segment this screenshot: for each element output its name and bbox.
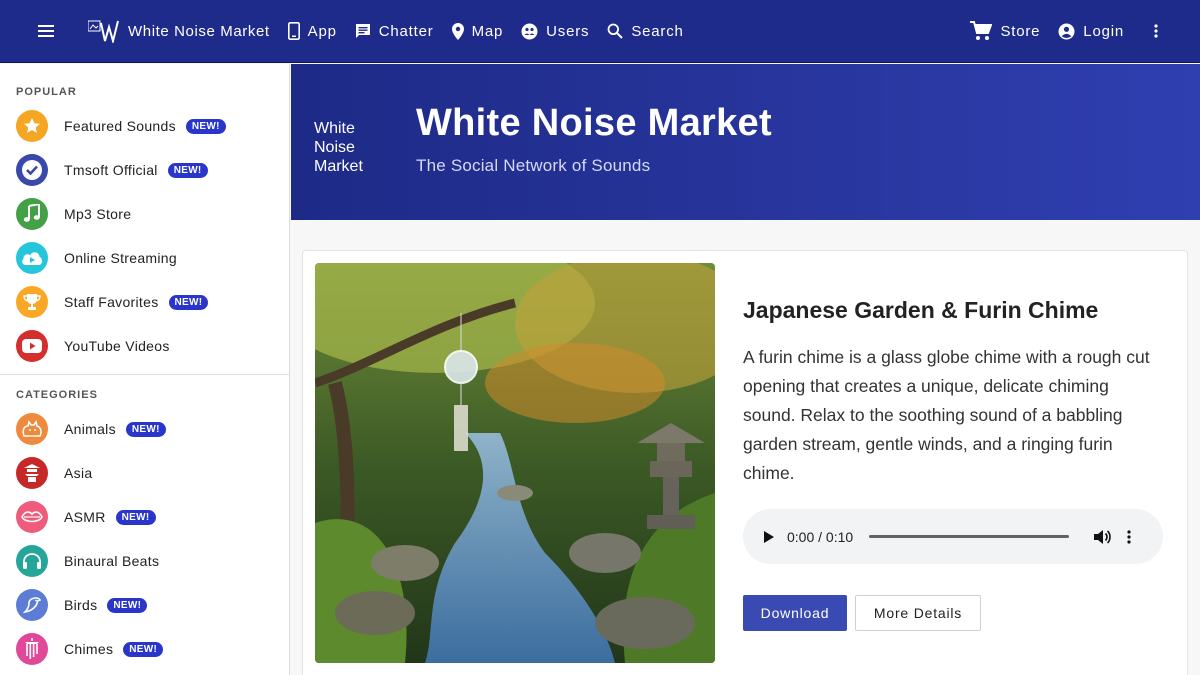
- sidebar-item-label: Chimes: [64, 641, 114, 657]
- sidebar-item-staff-favorites[interactable]: Staff Favorites NEW!: [0, 280, 289, 324]
- playback-progress-bar[interactable]: [869, 535, 1070, 538]
- more-details-button[interactable]: More Details: [855, 595, 981, 631]
- new-badge: NEW!: [167, 162, 208, 178]
- nav-store-label: Store: [1000, 22, 1041, 40]
- headphones-icon: [16, 545, 48, 577]
- new-badge: NEW!: [185, 118, 226, 134]
- bird-icon: [16, 589, 48, 621]
- sidebar-item-chimes[interactable]: Chimes NEW!: [0, 627, 289, 671]
- nav-login[interactable]: Login: [1058, 23, 1124, 40]
- sidebar-item-label: Asia: [64, 465, 93, 481]
- map-pin-icon: [451, 22, 464, 40]
- download-button[interactable]: Download: [743, 595, 847, 631]
- phone-icon: [287, 22, 300, 40]
- nav-users-label: Users: [546, 22, 590, 40]
- nav-chatter[interactable]: Chatter: [355, 23, 434, 40]
- hamburger-menu-icon[interactable]: [34, 19, 58, 43]
- lips-icon: [16, 501, 48, 533]
- sidebar-item-label: Staff Favorites: [64, 294, 159, 310]
- users-globe-icon: [521, 23, 538, 39]
- account-icon: [1058, 23, 1075, 39]
- new-badge: NEW!: [115, 509, 156, 525]
- nav-users[interactable]: Users: [521, 23, 589, 40]
- sidebar-item-birds[interactable]: Birds NEW!: [0, 583, 289, 627]
- brand-link[interactable]: White Noise Market: [87, 19, 270, 45]
- volume-icon[interactable]: [1093, 529, 1111, 545]
- nav-search-label: Search: [631, 22, 684, 40]
- sidebar-item-label: Mp3 Store: [64, 206, 132, 222]
- brand-logo-icon: [87, 19, 122, 45]
- sidebar-item-label: Binaural Beats: [64, 553, 160, 569]
- sidebar-item-featured-sounds[interactable]: Featured Sounds NEW!: [0, 104, 289, 148]
- check-circle-icon: [16, 154, 48, 186]
- nav-chatter-label: Chatter: [378, 22, 434, 40]
- sidebar-item-label: Featured Sounds: [64, 118, 176, 134]
- sidebar-item-label: Online Streaming: [64, 250, 177, 266]
- youtube-icon: [16, 330, 48, 362]
- sidebar-item-online-streaming[interactable]: Online Streaming: [0, 236, 289, 280]
- sidebar-item-animals[interactable]: Animals NEW!: [0, 407, 289, 451]
- nav-login-label: Login: [1083, 22, 1124, 40]
- section-title-popular: POPULAR: [16, 86, 77, 98]
- hero-banner: White Noise Market White Noise Market Th…: [291, 64, 1200, 220]
- cat-icon: [16, 413, 48, 445]
- sound-card: Japanese Garden & Furin Chime A furin ch…: [302, 250, 1188, 675]
- sidebar-item-binaural-beats[interactable]: Binaural Beats: [0, 539, 289, 583]
- trophy-icon: [16, 286, 48, 318]
- nav-map[interactable]: Map: [451, 22, 504, 40]
- top-app-bar: White Noise Market App Chatter Map Users…: [0, 0, 1200, 63]
- sidebar-item-label: YouTube Videos: [64, 338, 170, 354]
- main-nav: App Chatter Map Users Search: [287, 22, 702, 40]
- nav-search[interactable]: Search: [607, 23, 683, 40]
- sidebar-item-asia[interactable]: Asia: [0, 451, 289, 495]
- audio-player: 0:00 / 0:10: [743, 509, 1163, 564]
- sidebar-item-youtube-videos[interactable]: YouTube Videos: [0, 324, 289, 368]
- nav-app-label: App: [307, 22, 337, 40]
- sidebar-item-label: ASMR: [64, 509, 106, 525]
- hero-logo-alt-text[interactable]: White Noise Market: [314, 119, 384, 176]
- sidebar-item-label: Animals: [64, 421, 116, 437]
- sound-description: A furin chime is a glass globe chime wit…: [743, 347, 1150, 483]
- page-subtitle: The Social Network of Sounds: [416, 156, 651, 175]
- music-note-icon: [16, 198, 48, 230]
- sound-title[interactable]: Japanese Garden & Furin Chime: [743, 297, 1098, 324]
- nav-store[interactable]: Store: [970, 21, 1040, 41]
- sidebar-item-mp3-store[interactable]: Mp3 Store: [0, 192, 289, 236]
- sidebar-item-label: Birds: [64, 597, 98, 613]
- brand-name: White Noise Market: [128, 22, 270, 40]
- sidebar-item-asmr[interactable]: ASMR NEW!: [0, 495, 289, 539]
- star-icon: [16, 110, 48, 142]
- new-badge: NEW!: [107, 597, 148, 613]
- sidebar-item-label: Tmsoft Official: [64, 162, 158, 178]
- cart-icon: [970, 21, 993, 40]
- section-title-categories: CATEGORIES: [16, 389, 98, 401]
- right-nav: Store Login: [952, 21, 1158, 41]
- page-title: White Noise Market: [416, 102, 772, 144]
- pagoda-icon: [16, 457, 48, 489]
- sidebar: POPULAR Featured Sounds NEW! Tmsoft Offi…: [0, 64, 290, 675]
- more-vert-icon[interactable]: [1154, 24, 1158, 38]
- new-badge: NEW!: [125, 421, 166, 437]
- new-badge: NEW!: [168, 294, 209, 310]
- playback-time: 0:00 / 0:10: [787, 528, 854, 545]
- cloud-play-icon: [16, 242, 48, 274]
- player-more-icon[interactable]: [1127, 529, 1131, 544]
- nav-app[interactable]: App: [287, 22, 337, 40]
- sidebar-item-tmsoft-official[interactable]: Tmsoft Official NEW!: [0, 148, 289, 192]
- search-icon: [607, 23, 624, 39]
- chat-icon: [355, 24, 370, 38]
- play-icon[interactable]: [763, 530, 775, 544]
- new-badge: NEW!: [123, 641, 164, 657]
- sound-photo[interactable]: [315, 263, 715, 663]
- nav-map-label: Map: [471, 22, 504, 40]
- chime-icon: [16, 633, 48, 665]
